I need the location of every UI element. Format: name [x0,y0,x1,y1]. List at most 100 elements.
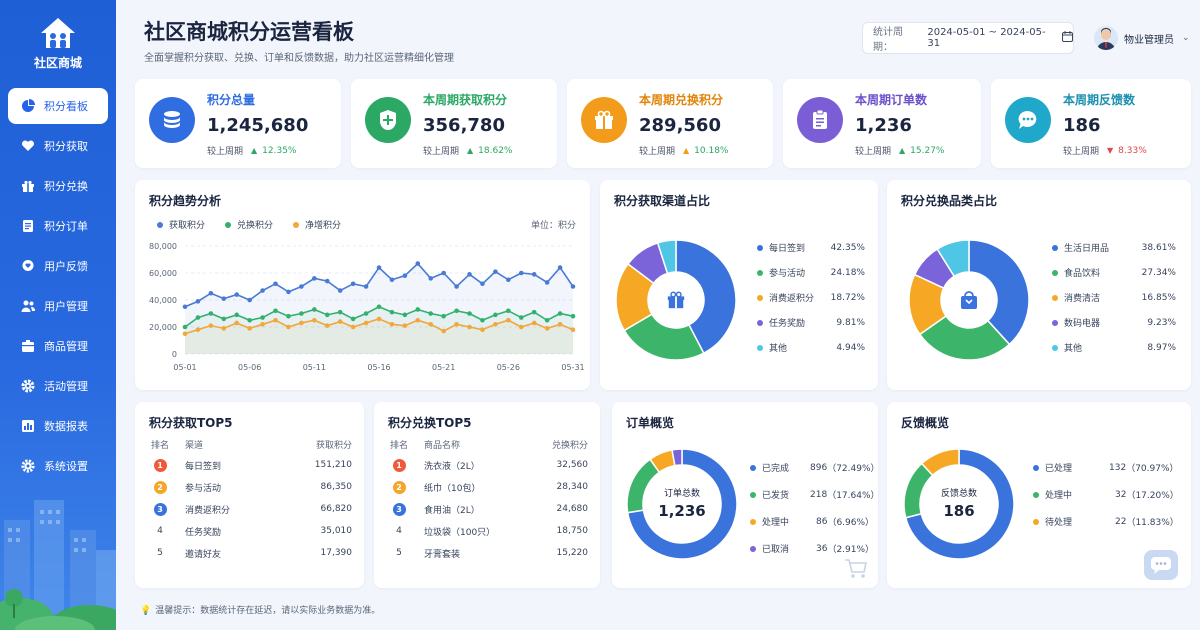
data-point[interactable] [247,317,252,323]
data-point[interactable] [376,265,382,270]
data-point[interactable] [454,284,459,289]
table-row[interactable]: 1 每日签到 151,210 [147,454,352,476]
sidebar-item-users[interactable]: 用户管理 [8,288,108,324]
data-point[interactable] [506,308,511,314]
data-point[interactable] [389,309,395,315]
data-point[interactable] [544,317,550,323]
data-point[interactable] [493,312,498,318]
data-point[interactable] [260,288,265,293]
data-point[interactable] [415,307,421,312]
data-point[interactable] [247,326,252,331]
data-point[interactable] [493,322,498,327]
data-point[interactable] [324,312,330,318]
data-point[interactable] [234,320,240,326]
data-point[interactable] [389,277,395,283]
chat-support-button[interactable] [1144,550,1178,580]
data-point[interactable] [208,311,214,316]
data-point[interactable] [441,328,446,334]
data-point[interactable] [195,327,201,332]
data-point[interactable] [557,311,563,316]
data-point[interactable] [221,316,227,322]
data-point[interactable] [286,289,291,295]
data-point[interactable] [454,308,459,314]
data-point[interactable] [531,272,537,277]
data-point[interactable] [337,288,343,293]
data-point[interactable] [182,331,188,337]
sidebar-item-dashboard[interactable]: 积分看板 [8,88,108,124]
data-point[interactable] [506,317,511,323]
data-point[interactable] [363,320,369,326]
data-point[interactable] [428,322,434,327]
data-point[interactable] [299,320,304,326]
logo[interactable]: 社区商城 [0,16,116,71]
data-point[interactable] [312,276,317,281]
data-point[interactable] [402,312,408,318]
sidebar-item-redeem[interactable]: 积分兑换 [8,168,108,204]
data-point[interactable] [273,308,278,314]
data-point[interactable] [428,276,434,281]
data-point[interactable] [324,323,330,328]
data-point[interactable] [273,281,278,287]
data-point[interactable] [570,284,576,289]
data-point[interactable] [299,311,304,316]
data-point[interactable] [570,327,576,332]
data-point[interactable] [312,307,317,312]
data-point[interactable] [350,324,356,330]
table-row[interactable]: 5 牙膏套装 15,220 [386,542,588,564]
data-point[interactable] [402,323,408,328]
data-point[interactable] [286,313,291,319]
data-point[interactable] [480,327,485,332]
data-point[interactable] [299,284,304,289]
data-point[interactable] [234,312,240,318]
data-point[interactable] [389,322,395,327]
data-point[interactable] [363,311,369,316]
data-point[interactable] [182,324,188,330]
data-point[interactable] [518,315,524,320]
data-point[interactable] [247,297,252,303]
data-point[interactable] [531,320,537,326]
table-row[interactable]: 1 洗衣液（2L） 32,560 [386,454,588,476]
data-point[interactable] [531,309,537,315]
data-point[interactable] [273,317,278,323]
data-point[interactable] [337,309,343,315]
table-row[interactable]: 3 消费返积分 66,820 [147,498,352,520]
sidebar-item-activities[interactable]: 活动管理 [8,368,108,404]
data-point[interactable] [493,269,498,274]
sidebar-item-goods[interactable]: 商品管理 [8,328,108,364]
data-point[interactable] [480,317,485,323]
sidebar-item-reports[interactable]: 数据报表 [8,408,108,444]
sidebar-item-system[interactable]: 系统设置 [8,448,108,484]
data-point[interactable] [363,284,369,289]
data-point[interactable] [195,315,201,320]
data-point[interactable] [557,265,563,270]
data-point[interactable] [260,315,265,320]
data-point[interactable] [518,324,524,330]
table-row[interactable]: 4 任务奖励 35,010 [147,520,352,542]
data-point[interactable] [182,304,188,310]
data-point[interactable] [441,270,446,276]
data-point[interactable] [415,317,421,323]
sidebar-item-orders[interactable]: 积分订单 [8,208,108,244]
data-point[interactable] [324,278,330,284]
table-row[interactable]: 3 食用油（2L） 24,680 [386,498,588,520]
table-row[interactable]: 2 参与活动 86,350 [147,476,352,498]
table-row[interactable]: 5 邀请好友 17,390 [147,542,352,564]
data-point[interactable] [480,281,485,287]
data-point[interactable] [312,317,317,323]
data-point[interactable] [350,316,356,322]
data-point[interactable] [221,296,227,301]
user-menu[interactable]: 物业管理员 ⌄ [1094,22,1190,54]
table-row[interactable]: 4 垃圾袋（100只） 18,750 [386,520,588,542]
data-point[interactable] [234,292,240,297]
data-point[interactable] [208,290,214,296]
data-point[interactable] [286,324,291,330]
data-point[interactable] [415,261,421,266]
data-point[interactable] [544,280,550,285]
data-point[interactable] [221,326,227,331]
data-point[interactable] [467,272,472,277]
data-point[interactable] [337,319,343,324]
data-point[interactable] [544,326,550,331]
data-point[interactable] [441,313,446,319]
sidebar-item-feedback[interactable]: 用户反馈 [8,248,108,284]
data-point[interactable] [467,324,472,330]
